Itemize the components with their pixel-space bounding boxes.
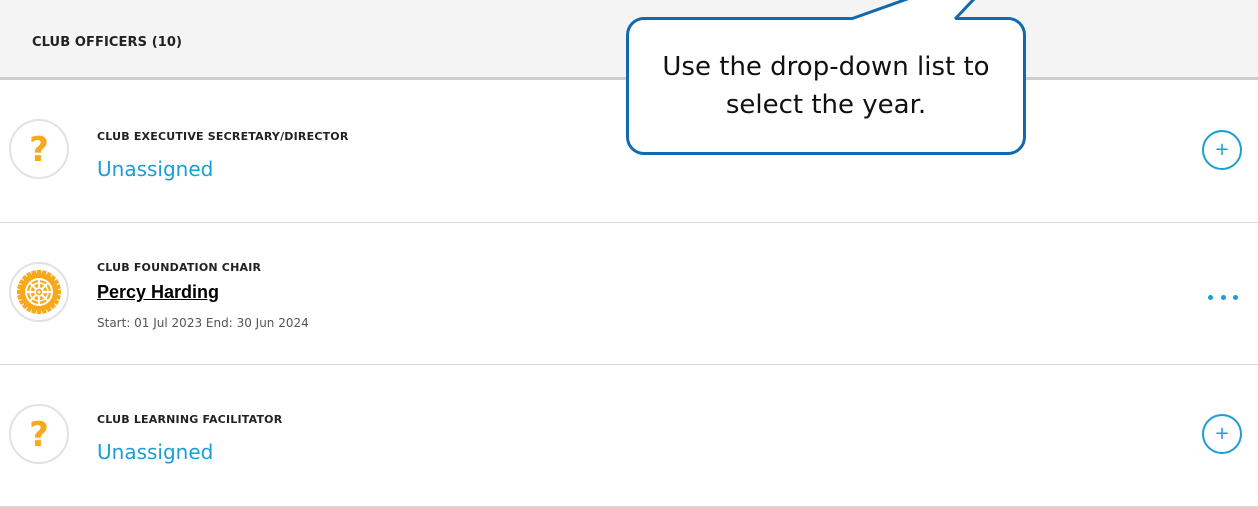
callout-text: Use the drop-down list to select the yea… [662,52,990,120]
question-mark-icon: ? [9,119,69,179]
officer-role: CLUB FOUNDATION CHAIR [97,261,262,274]
instruction-callout: Use the drop-down list to select the yea… [626,17,1026,155]
officer-name-link[interactable]: Percy Harding [97,282,219,303]
plus-icon: + [1214,423,1230,444]
officer-role: CLUB EXECUTIVE SECRETARY/DIRECTOR [97,130,349,143]
plus-icon: + [1214,139,1230,160]
more-options-button[interactable] [1208,291,1238,303]
officer-row: ? CLUB LEARNING FACILITATOR Unassigned + [0,365,1258,507]
officer-row: CLUB FOUNDATION CHAIR Percy Harding Star… [0,223,1258,365]
rotary-wheel-icon [9,262,69,322]
more-options-icon [1208,294,1213,300]
officer-role: CLUB LEARNING FACILITATOR [97,413,283,426]
question-mark-icon: ? [9,404,69,464]
assign-officer-button[interactable]: + [1202,414,1242,454]
section-title: CLUB OFFICERS (10) [32,35,183,50]
unassigned-link[interactable]: Unassigned [97,157,213,181]
unassigned-link[interactable]: Unassigned [97,440,213,464]
term-dates: Start: 01 Jul 2023 End: 30 Jun 2024 [97,316,309,330]
assign-officer-button[interactable]: + [1202,130,1242,170]
